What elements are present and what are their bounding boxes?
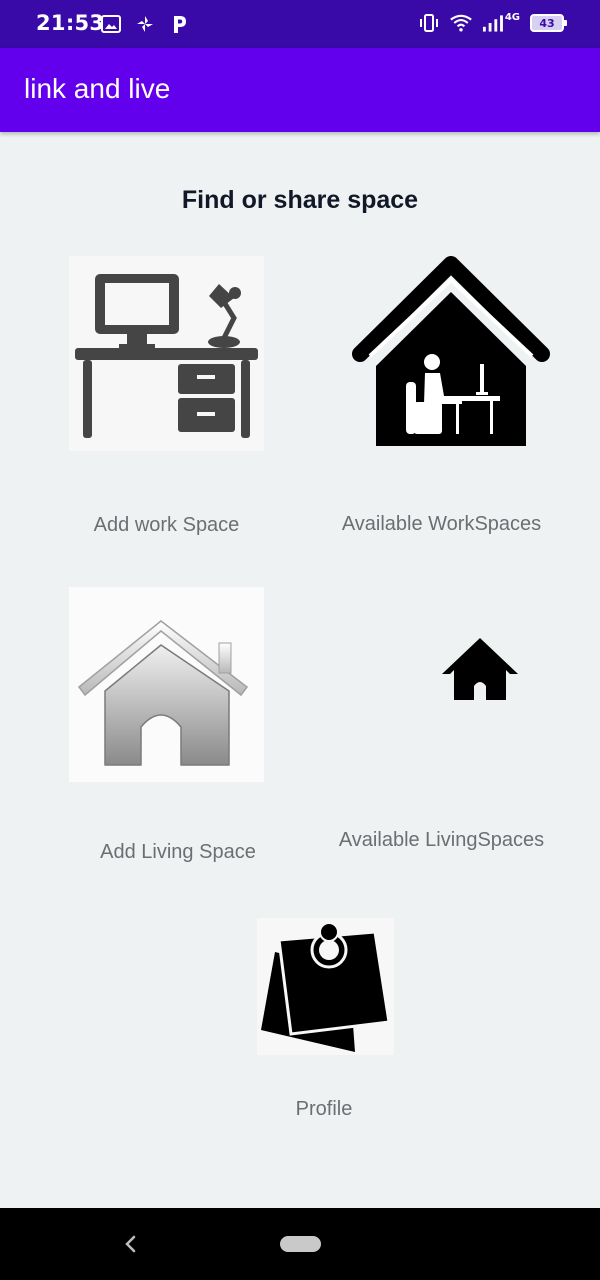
wifi-icon: [450, 12, 472, 34]
available-livingspaces-label: Available LivingSpaces: [338, 829, 545, 851]
home-pill-icon[interactable]: [280, 1236, 321, 1252]
profile-label: Profile: [295, 1098, 353, 1120]
back-icon[interactable]: [120, 1230, 140, 1258]
gallery-icon: [100, 13, 122, 35]
parking-p-icon: [168, 13, 190, 35]
desk-workspace-icon: [69, 256, 264, 451]
signal-icon: 4G: [482, 12, 520, 34]
add-work-space-label: Add work Space: [93, 514, 240, 536]
add-living-space-label: Add Living Space: [100, 841, 256, 863]
status-time: 21:53: [36, 11, 105, 35]
vibrate-icon: [418, 12, 440, 34]
add-living-space-button[interactable]: Add Living Space: [69, 587, 264, 877]
available-livingspaces-button[interactable]: Available LivingSpaces: [336, 630, 551, 860]
add-work-space-button[interactable]: Add work Space: [69, 256, 264, 546]
pinned-notes-icon: [257, 918, 394, 1055]
status-right-icons: 4G 43: [418, 12, 567, 34]
page-heading: Find or share space: [181, 186, 419, 214]
available-workspaces-label: Available WorkSpaces: [341, 513, 542, 535]
app-bar: link and live: [0, 48, 600, 132]
app-title: link and live: [24, 73, 171, 104]
house-icon: [69, 587, 264, 782]
battery-level: 43: [539, 16, 555, 30]
available-workspaces-button[interactable]: Available WorkSpaces: [340, 256, 555, 546]
network-type-label: 4G: [504, 11, 520, 23]
profile-button[interactable]: Profile: [257, 918, 394, 1128]
status-bar: 21:53 4G 43: [0, 0, 600, 48]
battery-icon: 43: [530, 14, 567, 32]
status-left-icons: [100, 13, 190, 35]
small-house-icon: [440, 636, 520, 704]
house-with-worker-icon: [352, 256, 550, 451]
pinwheel-icon: [134, 13, 156, 35]
